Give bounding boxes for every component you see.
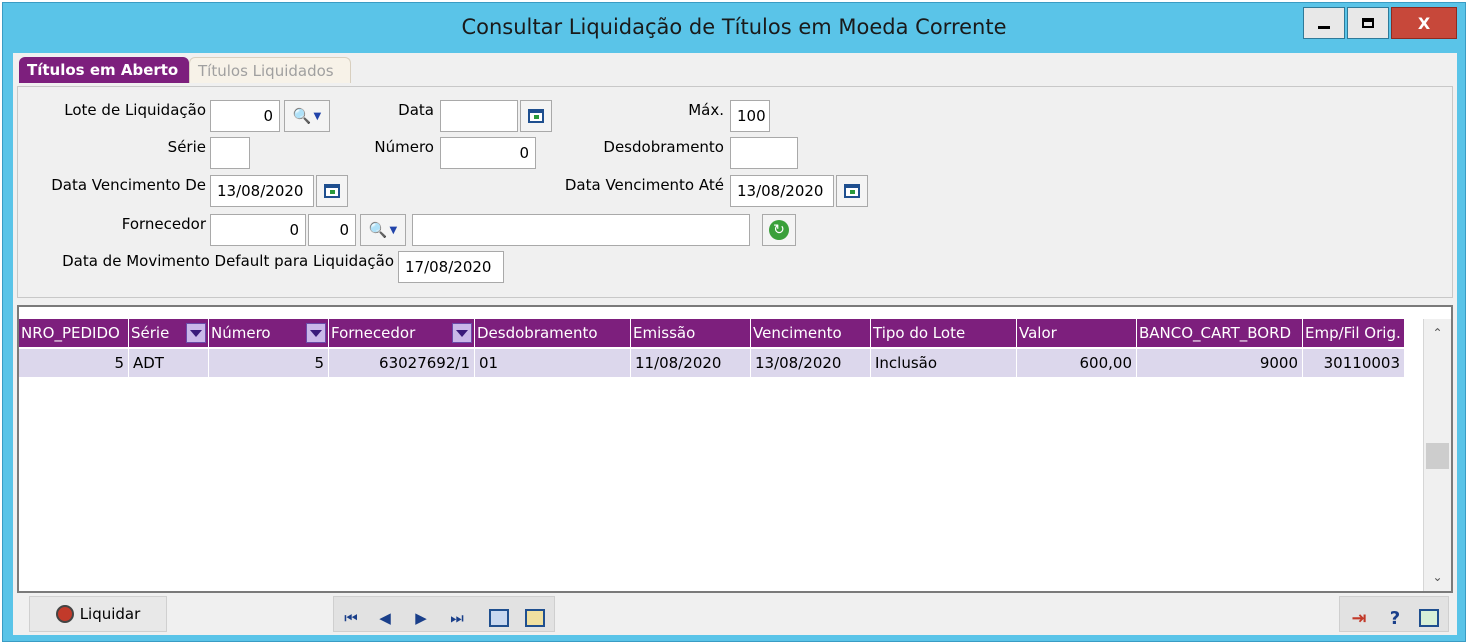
maximize-button[interactable]	[1347, 7, 1389, 39]
search-icon: 🔍	[292, 107, 312, 125]
close-button[interactable]: X	[1391, 7, 1457, 39]
column-header-fornecedor[interactable]: Fornecedor	[329, 319, 475, 347]
numero-input[interactable]: 0	[440, 137, 536, 169]
column-header-serie[interactable]: Série	[129, 319, 209, 347]
data-calendar-button[interactable]	[520, 100, 552, 132]
column-header-emissao[interactable]: Emissão	[631, 319, 751, 347]
fornecedor-lookup-button[interactable]: 🔍 ▼	[360, 214, 406, 246]
exit-icon[interactable]: ⇥	[1344, 603, 1374, 633]
column-filter-dropdown-icon[interactable]	[306, 323, 326, 343]
desdobramento-input[interactable]	[730, 137, 798, 169]
client-area: Títulos em Aberto Títulos Liquidados Lot…	[13, 53, 1457, 635]
config-icon[interactable]	[1414, 603, 1444, 633]
data-input[interactable]	[440, 100, 518, 132]
tab-titulos-em-aberto[interactable]: Títulos em Aberto	[19, 57, 189, 83]
search-icon: 🔍	[368, 221, 388, 239]
right-toolbar: ⇥ ?	[1339, 596, 1449, 632]
column-filter-dropdown-icon[interactable]	[452, 323, 472, 343]
lote-label: Lote de Liquidação	[64, 101, 206, 119]
app-window: Consultar Liquidação de Títulos em Moeda…	[2, 2, 1466, 642]
cell-serie: ADT	[129, 349, 209, 377]
calendar-icon	[528, 109, 544, 123]
max-input[interactable]: 100	[730, 100, 770, 132]
window-title: Consultar Liquidação de Títulos em Moeda…	[461, 15, 1007, 39]
cell-numero: 5	[209, 349, 329, 377]
dropdown-arrow-icon: ▼	[313, 110, 322, 122]
lote-lookup-button[interactable]: 🔍 ▼	[284, 100, 330, 132]
data-label: Data	[398, 101, 434, 119]
export-icon[interactable]	[520, 603, 550, 633]
fornecedor-label: Fornecedor	[121, 215, 206, 233]
liquidar-label: Liquidar	[79, 605, 141, 623]
help-icon[interactable]: ?	[1380, 603, 1410, 633]
scroll-up-icon[interactable]: ⌃	[1424, 321, 1451, 345]
vencimento-ate-label: Data Vencimento Até	[564, 176, 724, 194]
calendar-icon	[324, 184, 340, 198]
cell-nro-pedido: 5	[19, 349, 129, 377]
bottom-toolbar: Liquidar ⏮ ◀ ▶ ⏭ ⇥ ?	[13, 594, 1457, 635]
cell-fornecedor: 63027692/1	[329, 349, 475, 377]
column-header-tipo-do-lote[interactable]: Tipo do Lote	[871, 319, 1017, 347]
vertical-scrollbar[interactable]: ⌃ ⌄	[1423, 319, 1451, 591]
first-record-icon[interactable]: ⏮	[336, 603, 366, 633]
next-record-icon[interactable]: ▶	[406, 603, 436, 633]
cell-emissao: 11/08/2020	[631, 349, 751, 377]
minimize-icon	[1318, 25, 1330, 29]
movimento-default-input[interactable]: 17/08/2020	[398, 251, 504, 283]
grid-header: NRO_PEDIDO Série Número Fornecedor Desdo…	[19, 319, 1405, 347]
max-label: Máx.	[688, 101, 724, 119]
fornecedor-name-input[interactable]	[412, 214, 750, 246]
tab-titulos-liquidados[interactable]: Títulos Liquidados	[189, 57, 351, 83]
fornecedor-subcode-input[interactable]: 0	[308, 214, 356, 246]
column-header-vencimento[interactable]: Vencimento	[751, 319, 871, 347]
column-header-numero[interactable]: Número	[209, 319, 329, 347]
minimize-button[interactable]	[1303, 7, 1345, 39]
titles-grid: NRO_PEDIDO Série Número Fornecedor Desdo…	[17, 305, 1453, 593]
cell-valor: 600,00	[1017, 349, 1137, 377]
previous-record-icon[interactable]: ◀	[370, 603, 400, 633]
scroll-thumb[interactable]	[1426, 443, 1449, 469]
column-header-banco-cart-bord[interactable]: BANCO_CART_BORD	[1137, 319, 1303, 347]
last-record-icon[interactable]: ⏭	[442, 603, 472, 633]
column-filter-dropdown-icon[interactable]	[186, 323, 206, 343]
column-header-emp-fil-orig[interactable]: Emp/Fil Orig.	[1303, 319, 1405, 347]
fornecedor-code-input[interactable]: 0	[210, 214, 306, 246]
navigation-bar: ⏮ ◀ ▶ ⏭	[333, 596, 555, 632]
desdobramento-label: Desdobramento	[603, 138, 724, 156]
vencimento-ate-input[interactable]: 13/08/2020	[730, 175, 834, 207]
refresh-button[interactable]: ↻	[762, 214, 796, 246]
column-header-desdobramento[interactable]: Desdobramento	[475, 319, 631, 347]
title-bar: Consultar Liquidação de Títulos em Moeda…	[3, 3, 1465, 53]
cell-vencimento: 13/08/2020	[751, 349, 871, 377]
vencimento-de-label: Data Vencimento De	[51, 176, 206, 194]
numero-label: Número	[374, 138, 434, 156]
serie-input[interactable]	[210, 137, 250, 169]
cell-emp-fil-orig: 30110003	[1303, 349, 1405, 377]
filter-panel: Lote de Liquidação 0 🔍 ▼ Data Máx. 100 Sé…	[17, 86, 1453, 298]
refresh-icon: ↻	[769, 220, 789, 240]
lote-input[interactable]: 0	[210, 100, 280, 132]
scroll-down-icon[interactable]: ⌄	[1424, 565, 1451, 589]
serie-label: Série	[167, 138, 206, 156]
vencimento-de-input[interactable]: 13/08/2020	[210, 175, 314, 207]
vencimento-ate-calendar-button[interactable]	[836, 175, 868, 207]
maximize-icon	[1362, 18, 1374, 28]
liquidar-icon	[55, 605, 74, 623]
column-header-valor[interactable]: Valor	[1017, 319, 1137, 347]
cell-desdobramento: 01	[475, 349, 631, 377]
close-icon: X	[1417, 13, 1431, 33]
grid-view-icon[interactable]	[484, 603, 514, 633]
movimento-default-label: Data de Movimento Default para Liquidaçã…	[62, 252, 394, 270]
calendar-icon	[844, 184, 860, 198]
vencimento-de-calendar-button[interactable]	[316, 175, 348, 207]
cell-banco-cart-bord: 9000	[1137, 349, 1303, 377]
cell-tipo-do-lote: Inclusão	[871, 349, 1017, 377]
liquidar-button[interactable]: Liquidar	[29, 596, 167, 632]
table-row[interactable]: 5 ADT 5 63027692/1 01 11/08/2020 13/08/2…	[19, 349, 1405, 377]
column-header-nro-pedido[interactable]: NRO_PEDIDO	[19, 319, 129, 347]
dropdown-arrow-icon: ▼	[389, 224, 398, 236]
